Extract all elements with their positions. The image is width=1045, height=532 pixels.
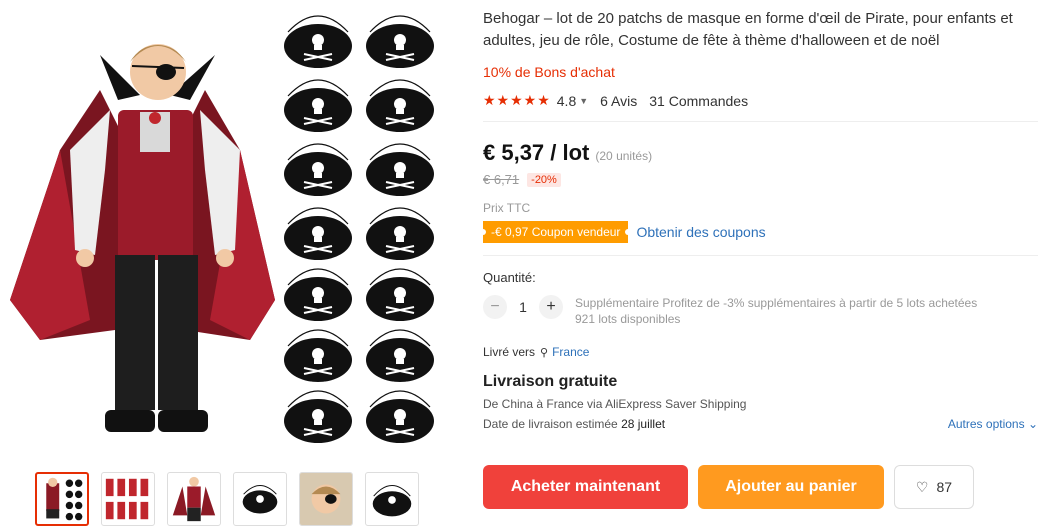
wishlist-count: 87 <box>936 479 953 495</box>
stock-text: 921 lots disponibles <box>575 312 681 326</box>
voucher-promo[interactable]: 10% de Bons d'achat <box>483 64 1038 80</box>
rating-value[interactable]: 4.8 <box>557 93 576 109</box>
ship-to-label: Livré vers <box>483 345 536 359</box>
ship-to-row: Livré vers ⚲ France <box>483 345 1038 359</box>
thumbnail-2[interactable] <box>101 472 155 526</box>
country-selector[interactable]: France <box>552 345 589 359</box>
current-price: € 5,37 / lot <box>483 140 590 165</box>
heart-icon: ♡ <box>915 478 929 495</box>
unit-count: (20 unités) <box>595 149 653 163</box>
increase-button[interactable]: + <box>539 295 563 319</box>
quantity-stepper: − 1 + <box>483 295 563 319</box>
thumbnail-6[interactable] <box>365 472 419 526</box>
orders-count: 31 Commandes <box>649 92 749 109</box>
old-price-row: € 6,71 -20% <box>483 172 1038 187</box>
bulk-discount-text: Supplémentaire Profitez de -3% supplémen… <box>575 296 978 310</box>
thumbnail-3[interactable] <box>167 472 221 526</box>
quantity-row: − 1 + Supplémentaire Profitez de -3% sup… <box>483 295 1038 327</box>
thumbnail-strip <box>35 472 419 526</box>
add-to-cart-button[interactable]: Ajouter au panier <box>698 465 884 509</box>
more-options-label: Autres options <box>947 417 1025 431</box>
product-title: Behogar – lot de 20 patchs de masque en … <box>483 10 1013 49</box>
get-coupons-link[interactable]: Obtenir des coupons <box>636 224 765 240</box>
location-pin-icon: ⚲ <box>540 346 549 359</box>
thumbnail-4[interactable] <box>233 472 287 526</box>
free-shipping-title: Livraison gratuite <box>483 373 618 390</box>
reviews-link[interactable]: 6 Avis <box>600 93 637 109</box>
quantity-input[interactable]: 1 <box>507 299 539 315</box>
chevron-down-icon: ⌄ <box>1027 417 1038 431</box>
buy-now-button[interactable]: Acheter maintenant <box>483 465 688 509</box>
coupon-row: -€ 0,97 Coupon vendeur Obtenir des coupo… <box>483 221 1038 243</box>
divider <box>483 121 1038 122</box>
delivery-row: Date de livraison estimée 28 juillet Aut… <box>483 417 1038 431</box>
child-costume-figure <box>10 44 275 432</box>
tax-label: Prix TTC <box>483 201 531 215</box>
rating-row: ★★★★★ 4.8 ▼ 6 Avis 31 Commandes <box>483 92 1038 109</box>
quantity-label: Quantité: <box>483 270 536 285</box>
delivery-date: 28 juillet <box>621 417 666 431</box>
wishlist-button[interactable]: ♡ 87 <box>894 465 974 509</box>
divider <box>483 255 1038 256</box>
old-price: € 6,71 <box>483 172 520 187</box>
decrease-button[interactable]: − <box>483 295 507 319</box>
delivery-label: Date de livraison estimée <box>483 417 618 431</box>
delivery-estimate: Date de livraison estimée 28 juillet <box>483 417 665 431</box>
main-product-image[interactable] <box>0 0 470 460</box>
more-options-link[interactable]: Autres options ⌄ <box>948 417 1038 431</box>
thumbnail-5[interactable] <box>299 472 353 526</box>
quantity-info: Supplémentaire Profitez de -3% supplémen… <box>575 295 977 327</box>
price-row: € 5,37 / lot (20 unités) <box>483 140 1038 166</box>
action-bar: Acheter maintenant Ajouter au panier ♡ 8… <box>483 465 974 509</box>
product-info: Behogar – lot de 20 patchs de masque en … <box>483 8 1038 431</box>
seller-coupon-badge[interactable]: -€ 0,97 Coupon vendeur <box>483 221 629 243</box>
eye-patch-grid <box>283 15 435 444</box>
chevron-down-icon[interactable]: ▼ <box>579 96 588 106</box>
shipping-method: De China à France via AliExpress Saver S… <box>483 397 747 411</box>
thumbnail-1[interactable] <box>35 472 89 526</box>
product-gallery <box>0 0 470 532</box>
star-icon: ★★★★★ <box>483 92 551 108</box>
discount-badge: -20% <box>527 172 561 187</box>
